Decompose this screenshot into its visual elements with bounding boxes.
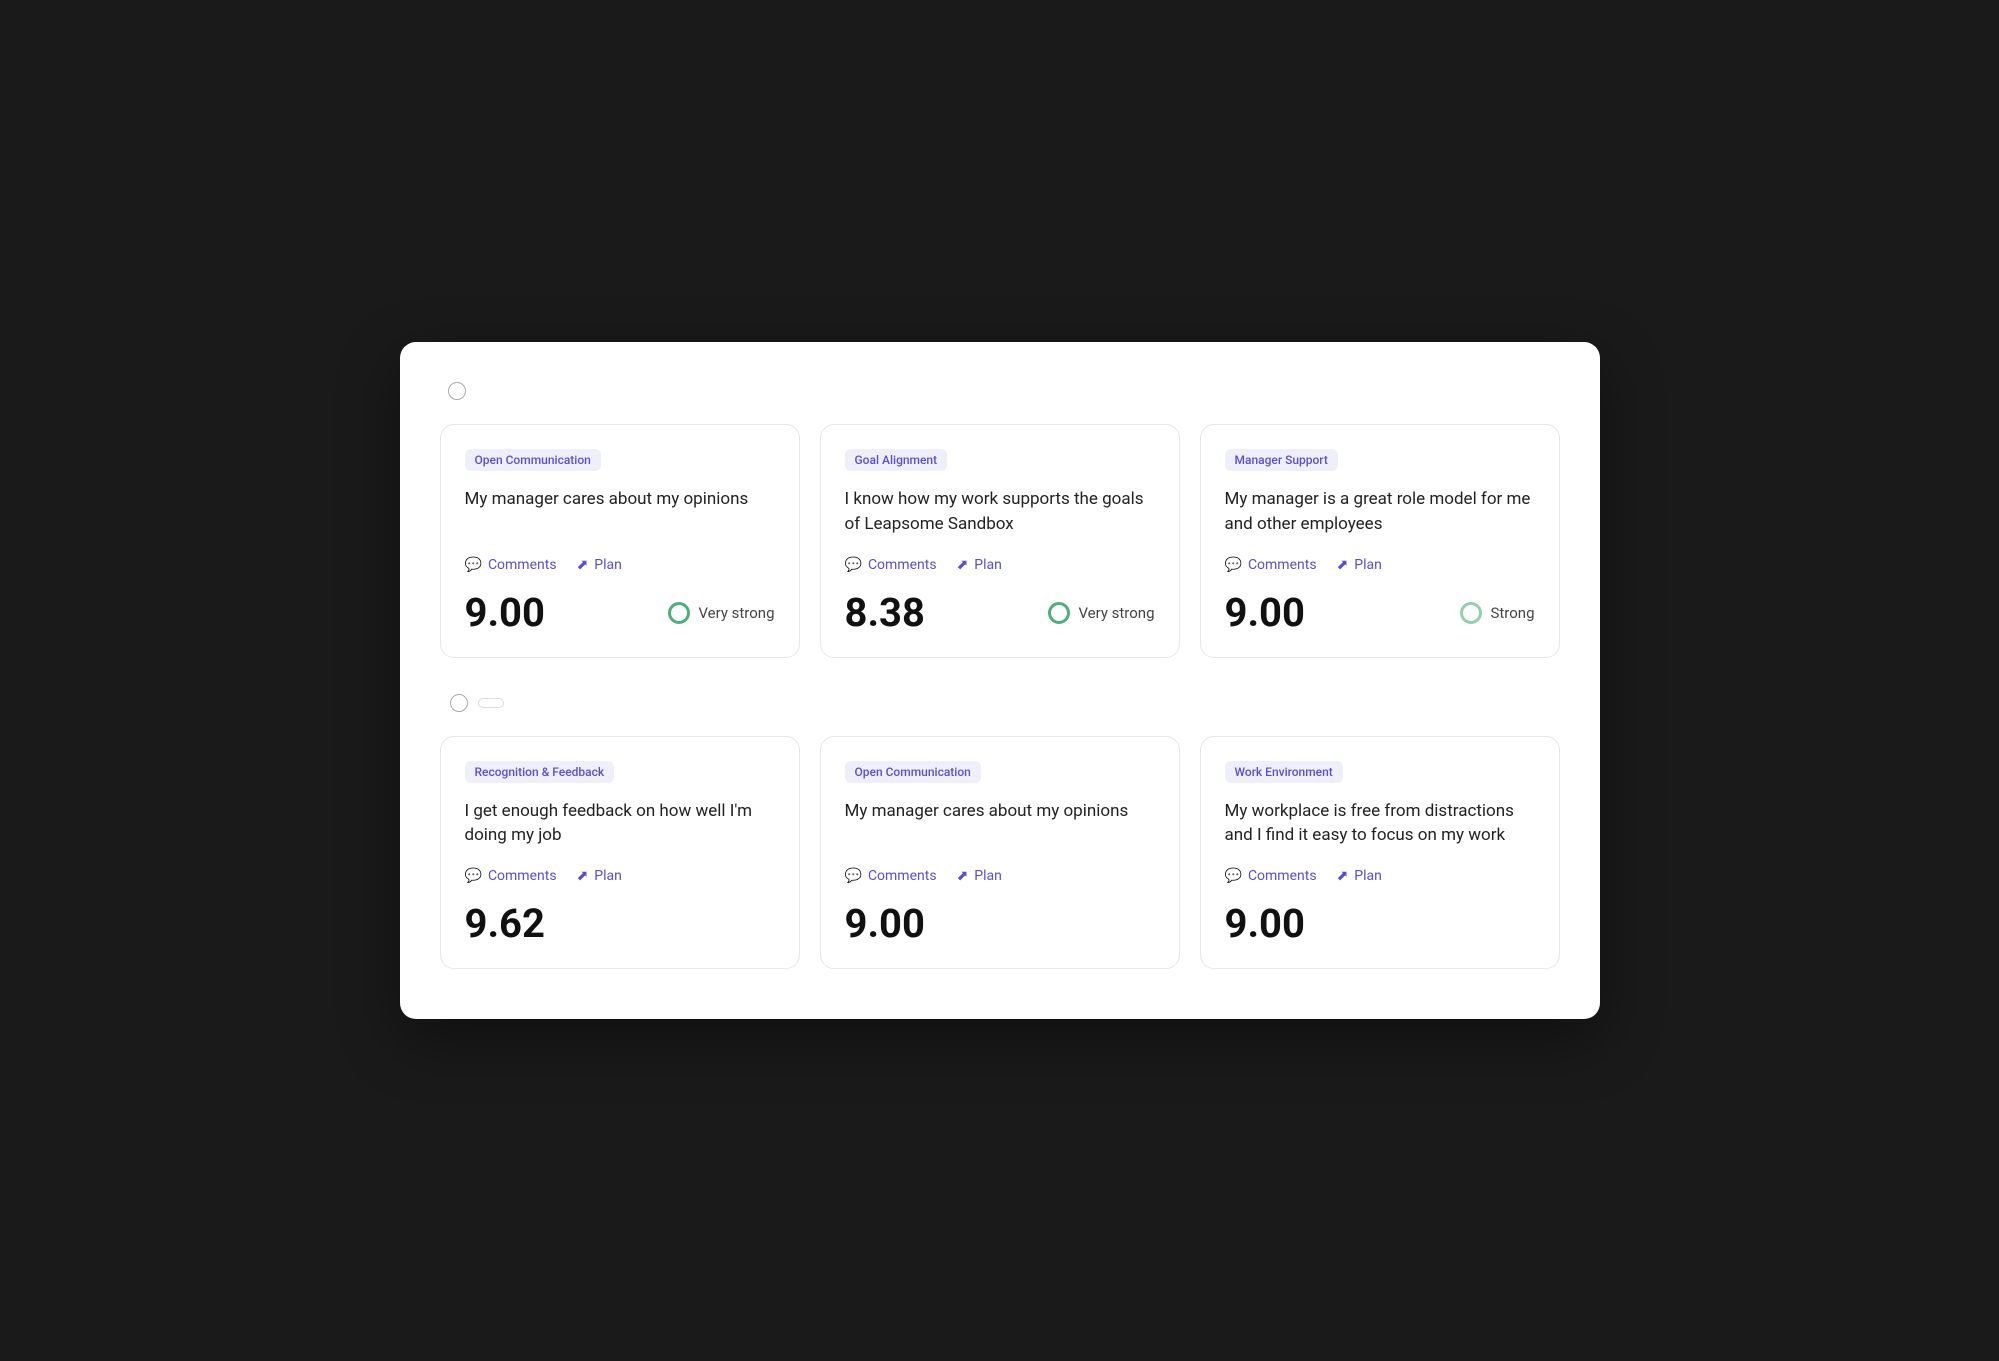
comment-icon: 💬 (465, 868, 482, 884)
highest-score-grid: Recognition & Feedback I get enough feedb… (440, 736, 1560, 969)
comments-label: Comments (868, 557, 937, 573)
card-tag: Work Environment (1225, 761, 1343, 783)
card-status: Very strong (1048, 602, 1154, 624)
status-label: Very strong (698, 604, 774, 622)
highest-score-section (440, 694, 1560, 712)
highest-score-info-icon[interactable] (450, 694, 468, 712)
status-circle-icon (668, 602, 690, 624)
plan-icon: ⬈ (577, 557, 589, 573)
comments-link[interactable]: 💬 Comments (465, 868, 557, 884)
plan-icon: ⬈ (577, 868, 589, 884)
plan-link[interactable]: ⬈ Plan (577, 557, 622, 573)
plan-icon: ⬈ (1337, 868, 1349, 884)
comment-icon: 💬 (465, 557, 482, 573)
comments-label: Comments (488, 868, 557, 884)
status-circle-icon (1048, 602, 1070, 624)
metric-card: Goal Alignment I know how my work support… (820, 424, 1180, 657)
main-window: Open Communication My manager cares about… (400, 342, 1600, 1019)
plan-icon: ⬈ (1337, 557, 1349, 573)
card-tag: Recognition & Feedback (465, 761, 615, 783)
highest-score-header (440, 694, 1560, 712)
comments-link[interactable]: 💬 Comments (465, 557, 557, 573)
comments-link[interactable]: 💬 Comments (1225, 557, 1317, 573)
metric-card: Work Environment My workplace is free fro… (1200, 736, 1560, 969)
comments-link[interactable]: 💬 Comments (1225, 868, 1317, 884)
metric-card: Open Communication My manager cares about… (820, 736, 1180, 969)
plan-icon: ⬈ (957, 868, 969, 884)
comments-label: Comments (1248, 868, 1317, 884)
comments-link[interactable]: 💬 Comments (845, 868, 937, 884)
card-question: My manager is a great role model for me … (1225, 487, 1535, 536)
comment-icon: 💬 (845, 868, 862, 884)
comments-link[interactable]: 💬 Comments (845, 557, 937, 573)
plan-link[interactable]: ⬈ Plan (1337, 868, 1382, 884)
card-tag: Open Communication (845, 761, 981, 783)
plan-label: Plan (594, 868, 622, 884)
plan-link[interactable]: ⬈ Plan (957, 557, 1002, 573)
status-label: Very strong (1078, 604, 1154, 622)
status-circle-icon (1460, 602, 1482, 624)
impact-drivers-grid: Open Communication My manager cares about… (440, 424, 1560, 657)
metric-card: Recognition & Feedback I get enough feedb… (440, 736, 800, 969)
card-status: Very strong (668, 602, 774, 624)
card-tag: Goal Alignment (845, 449, 948, 471)
plan-label: Plan (594, 557, 622, 573)
impact-drivers-header (440, 382, 1560, 400)
card-score: 9.00 (845, 904, 925, 944)
impact-drivers-info-icon[interactable] (448, 382, 466, 400)
card-question: My manager cares about my opinions (465, 487, 775, 536)
plan-label: Plan (974, 557, 1002, 573)
card-question: I know how my work supports the goals of… (845, 487, 1155, 536)
card-score: 9.00 (465, 593, 545, 633)
card-score: 9.00 (1225, 593, 1305, 633)
card-question: My workplace is free from distractions a… (1225, 799, 1535, 848)
card-score: 9.00 (1225, 904, 1305, 944)
comments-label: Comments (488, 557, 557, 573)
plan-label: Plan (1354, 557, 1382, 573)
comment-icon: 💬 (845, 557, 862, 573)
comments-label: Comments (1248, 557, 1317, 573)
comments-label: Comments (868, 868, 937, 884)
status-label: Strong (1490, 604, 1534, 622)
card-score: 9.62 (465, 904, 545, 944)
metric-card: Open Communication My manager cares about… (440, 424, 800, 657)
metric-card: Manager Support My manager is a great rol… (1200, 424, 1560, 657)
card-score: 8.38 (845, 593, 925, 633)
card-tag: Open Communication (465, 449, 601, 471)
plan-label: Plan (1354, 868, 1382, 884)
card-tag: Manager Support (1225, 449, 1338, 471)
card-question: My manager cares about my opinions (845, 799, 1155, 848)
comment-icon: 💬 (1225, 868, 1242, 884)
plan-link[interactable]: ⬈ Plan (577, 868, 622, 884)
plan-link[interactable]: ⬈ Plan (1337, 557, 1382, 573)
comment-icon: 💬 (1225, 557, 1242, 573)
card-question: I get enough feedback on how well I'm do… (465, 799, 775, 848)
plan-link[interactable]: ⬈ Plan (957, 868, 1002, 884)
plan-icon: ⬈ (957, 557, 969, 573)
question-filter-dropdown[interactable] (478, 698, 504, 708)
card-status: Strong (1460, 602, 1534, 624)
plan-label: Plan (974, 868, 1002, 884)
